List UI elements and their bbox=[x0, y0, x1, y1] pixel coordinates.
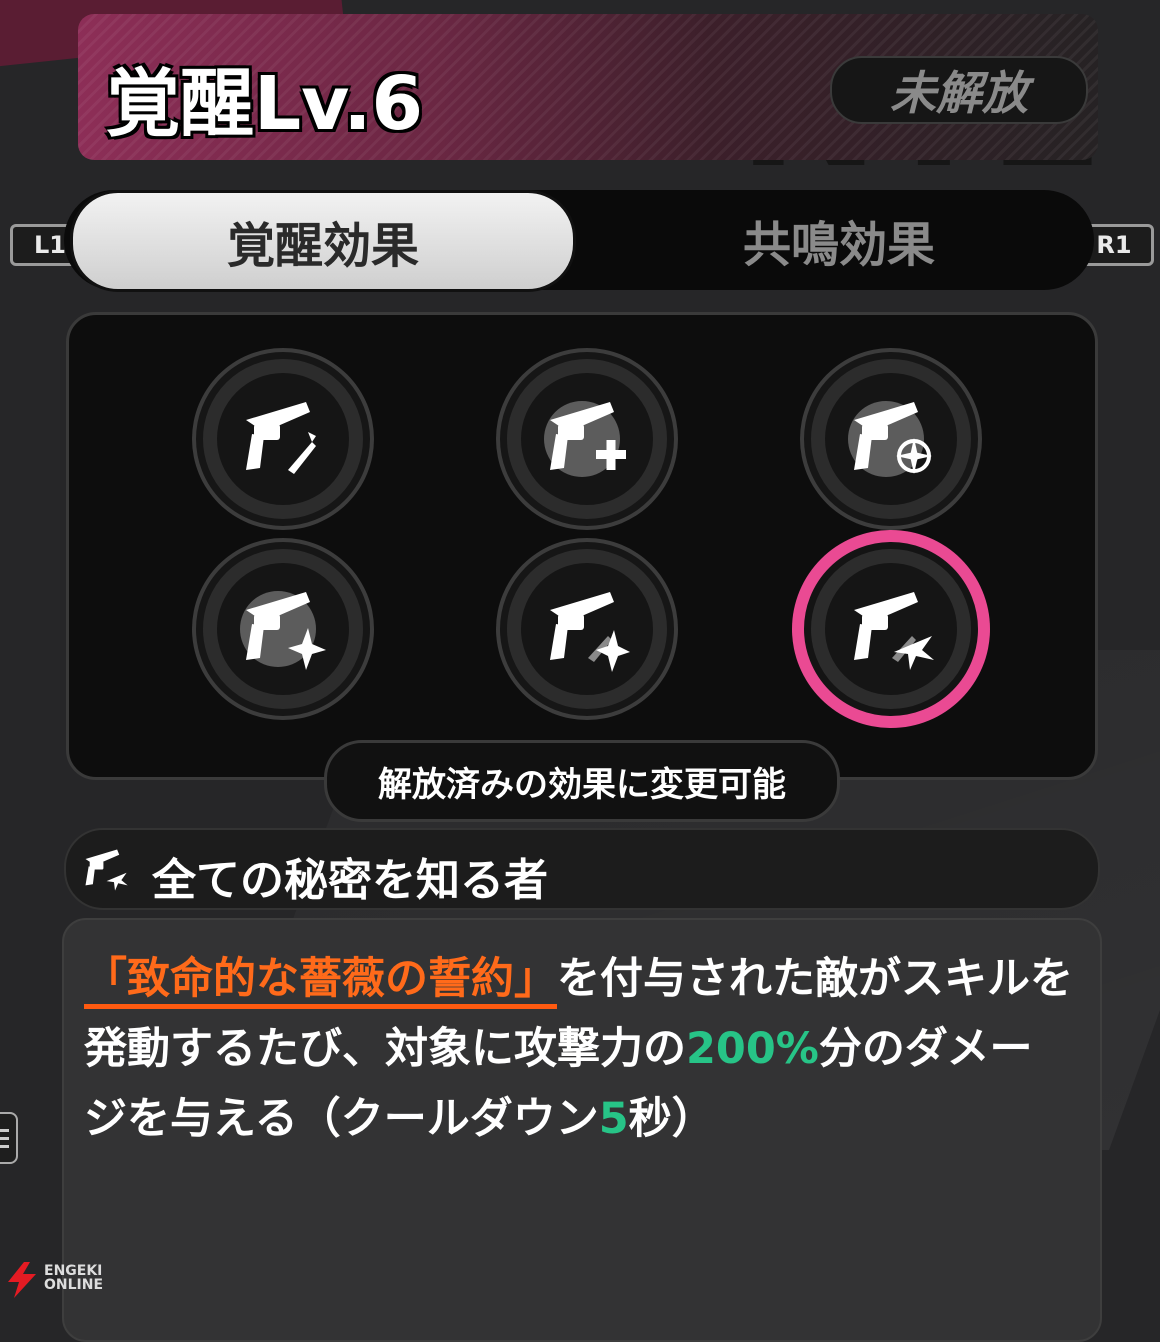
revolver-star-icon bbox=[550, 592, 630, 672]
watermark-logo: ENGEKI ONLINE bbox=[4, 1258, 124, 1300]
revolver-sword-icon bbox=[246, 402, 316, 474]
effect-slot-6[interactable] bbox=[804, 542, 978, 716]
locked-status-badge: 未解放 bbox=[830, 56, 1088, 124]
menu-icon[interactable] bbox=[0, 1112, 18, 1164]
revolver-star-burst-icon bbox=[85, 849, 128, 891]
watermark-line-2: ONLINE bbox=[44, 1277, 104, 1293]
revolver-plus-icon bbox=[544, 401, 626, 477]
effect-description: 「致命的な薔薇の誓約」を付与された敵がスキルを発動するたび、対象に攻撃力の200… bbox=[84, 944, 1074, 1154]
effect-tabs: 覚醒効果 共鳴効果 bbox=[64, 190, 1094, 292]
awakening-header: 覚醒Lv.6 未解放 bbox=[78, 14, 1098, 160]
effect-slot-2[interactable] bbox=[500, 352, 674, 526]
selected-effect-header: 全ての秘密を知る者 bbox=[64, 828, 1100, 910]
awakening-level-title: 覚醒Lv.6 bbox=[106, 61, 423, 147]
effect-slot-4[interactable] bbox=[196, 542, 370, 716]
cooldown-value: 5 bbox=[598, 1094, 629, 1144]
lightning-bolt-icon bbox=[8, 1262, 36, 1298]
selected-effect-name: 全ての秘密を知る者 bbox=[152, 855, 548, 906]
revolver-compass-icon bbox=[848, 401, 932, 477]
effect-slot-3[interactable] bbox=[804, 352, 978, 526]
tab-resonance-effect[interactable]: 共鳴効果 bbox=[584, 190, 1094, 290]
attack-percent-value: 200% bbox=[686, 1024, 819, 1074]
revolver-shuriken-icon bbox=[240, 591, 326, 670]
effect-slot-5[interactable] bbox=[500, 542, 674, 716]
tab-awakening-effect[interactable]: 覚醒効果 bbox=[70, 190, 576, 292]
watermark-line-1: ENGEKI bbox=[44, 1263, 103, 1279]
effect-description-panel: 「致命的な薔薇の誓約」を付与された敵がスキルを発動するたび、対象に攻撃力の200… bbox=[62, 918, 1102, 1342]
keyword-link[interactable]: 「致命的な薔薇の誓約」 bbox=[84, 954, 557, 1009]
change-effect-hint: 解放済みの効果に変更可能 bbox=[324, 740, 840, 822]
description-text-3: 秒） bbox=[628, 1094, 715, 1144]
effect-slot-1[interactable] bbox=[196, 352, 370, 526]
revolver-star-burst-icon bbox=[854, 592, 934, 670]
